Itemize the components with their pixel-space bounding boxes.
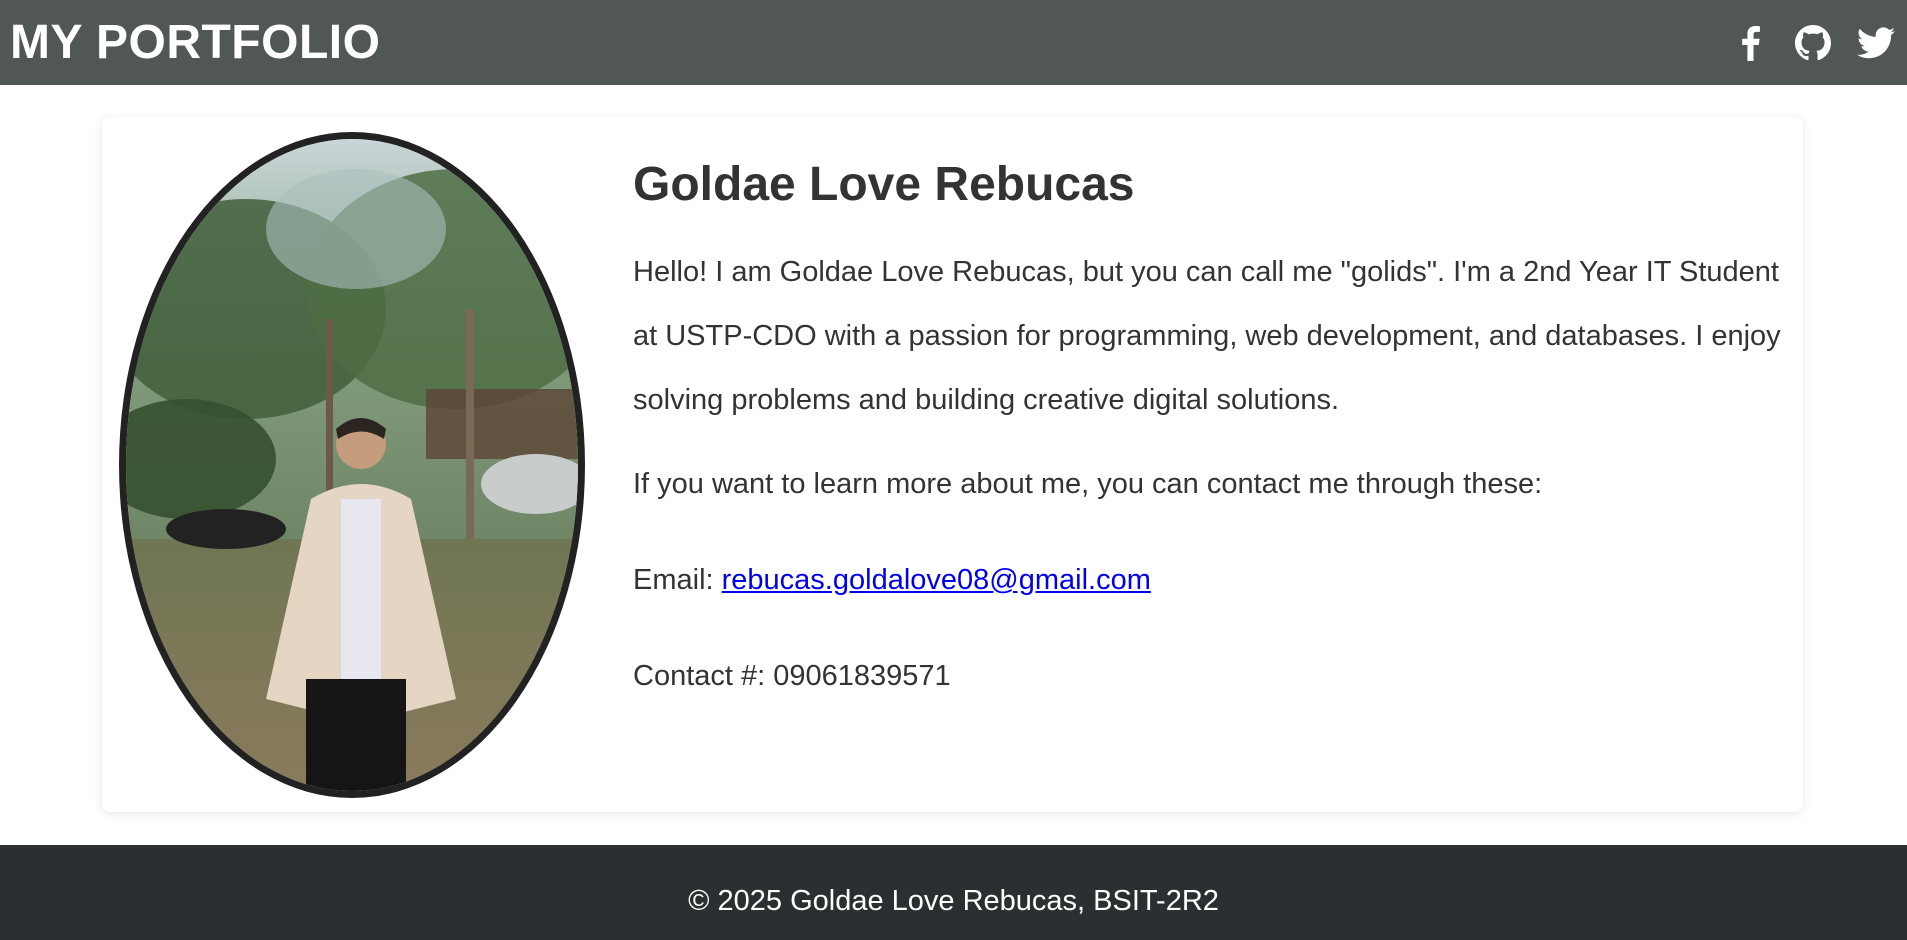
profile-photo: [119, 132, 585, 798]
profile-content: Goldae Love Rebucas Hello! I am Goldae L…: [633, 157, 1783, 752]
twitter-link[interactable]: [1857, 24, 1895, 62]
contact-intro: If you want to learn more about me, you …: [633, 468, 1543, 500]
site-header: MY PORTFOLIO: [0, 0, 1907, 85]
contact-label: Contact #:: [633, 660, 774, 692]
github-link[interactable]: [1794, 24, 1832, 62]
email-link[interactable]: rebucas.goldalove08@gmail.com: [722, 564, 1151, 596]
profile-name: Goldae Love Rebucas: [633, 158, 1135, 211]
footer-text: © 2025 Goldae Love Rebucas, BSIT-2R2: [688, 885, 1219, 917]
social-links: [1731, 24, 1897, 62]
email-row: Email: rebucas.goldalove08@gmail.com: [633, 560, 1783, 600]
site-brand: MY PORTFOLIO: [10, 16, 381, 69]
contact-number: 09061839571: [773, 660, 951, 692]
facebook-icon: [1739, 25, 1761, 61]
github-icon: [1795, 24, 1831, 61]
facebook-link[interactable]: [1731, 24, 1769, 62]
contact-row: Contact #: 09061839571: [633, 656, 1783, 696]
twitter-icon: [1857, 26, 1895, 59]
site-footer: © 2025 Goldae Love Rebucas, BSIT-2R2: [0, 845, 1907, 940]
profile-bio: Hello! I am Goldae Love Rebucas, but you…: [633, 256, 1781, 416]
profile-card: Goldae Love Rebucas Hello! I am Goldae L…: [102, 117, 1803, 812]
email-label: Email:: [633, 564, 722, 596]
